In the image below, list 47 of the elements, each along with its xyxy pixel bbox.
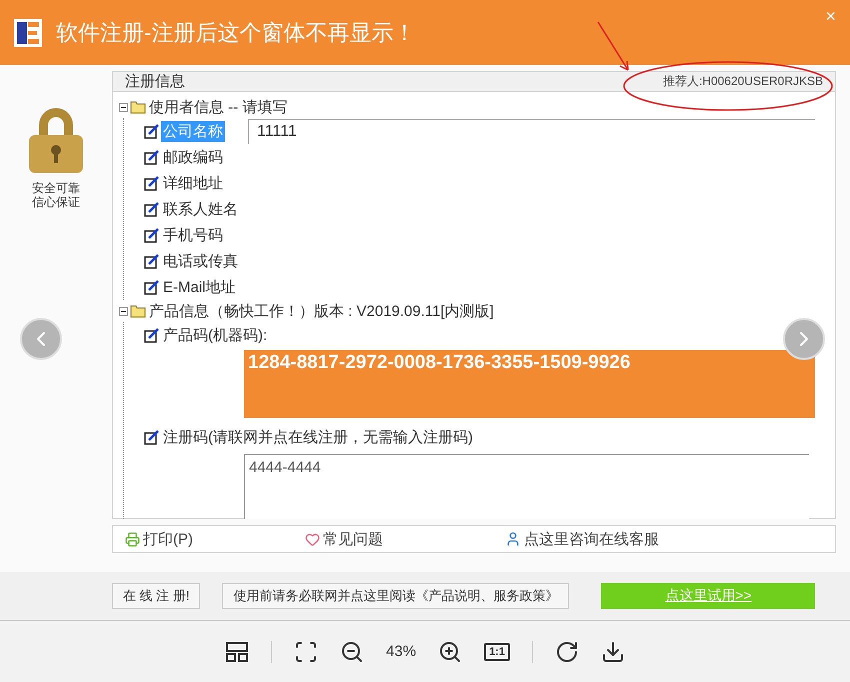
edit-icon [144,429,160,445]
tree-item[interactable]: 产品码(机器码): [161,324,270,346]
app-logo [14,18,42,46]
download-icon[interactable] [600,640,625,664]
actual-size-button[interactable]: 1:1 [484,642,510,660]
input-field[interactable]: 11111 [248,118,815,144]
referrer-label: 推荐人:H00620USER0RJKSB [662,73,823,90]
edit-icon [144,123,160,139]
panel-title: 注册信息 [125,72,185,91]
product-code: 1284-8817-2972-0008-1736-3355-1509-9926 [244,350,815,418]
edit-icon [144,227,160,243]
tree-item[interactable]: 邮政编码 [161,146,225,168]
heart-icon [305,532,320,546]
folder-icon [130,100,147,114]
rotate-icon[interactable] [554,640,579,664]
folder-icon [130,304,147,318]
tree-item[interactable]: 详细地址 [161,172,225,194]
zoom-level: 43% [386,643,416,660]
printer-icon [125,532,140,546]
link[interactable]: 常见问题 [305,530,505,548]
button[interactable]: 在 线 注 册! [112,583,200,609]
collapse-icon[interactable] [119,306,128,316]
tree-group-label[interactable]: 使用者信息 -- 请填写 [149,98,288,116]
tree-item[interactable]: 手机号码 [161,224,225,246]
zoom-out-icon[interactable] [340,640,364,664]
fit-screen-icon[interactable] [294,640,318,664]
tree-item[interactable]: 电话或传真 [161,250,240,272]
edit-icon [144,201,160,217]
link[interactable]: 点这里咨询在线客服 [505,530,765,548]
registration-code-field[interactable]: 4444-4444 [244,454,809,519]
zoom-in-icon[interactable] [438,640,462,664]
layout-icon[interactable] [225,640,250,662]
edit-icon [144,175,160,191]
tree-item[interactable]: 联系人姓名 [161,198,240,220]
tree-item[interactable]: 注册码(请联网并点在线注册，无需输入注册码) [161,426,475,448]
edit-icon [144,253,160,269]
button[interactable]: 使用前请务必联网并点这里阅读《产品说明、服务政策》 [222,583,570,609]
tree-item[interactable]: E-Mail地址 [161,276,238,298]
window-title: 软件注册-注册后这个窗体不再显示！ [56,18,416,46]
link[interactable]: 打印(P) [125,530,305,548]
user-icon [505,531,521,547]
security-caption: 安全可靠 信心保证 [32,181,80,209]
edit-icon [144,327,160,343]
edit-icon [144,149,160,165]
edit-icon [144,279,160,295]
collapse-icon[interactable] [119,102,128,112]
tree-group-label[interactable]: 产品信息（畅快工作！）版本 : V2019.09.11[内测版] [149,302,494,320]
